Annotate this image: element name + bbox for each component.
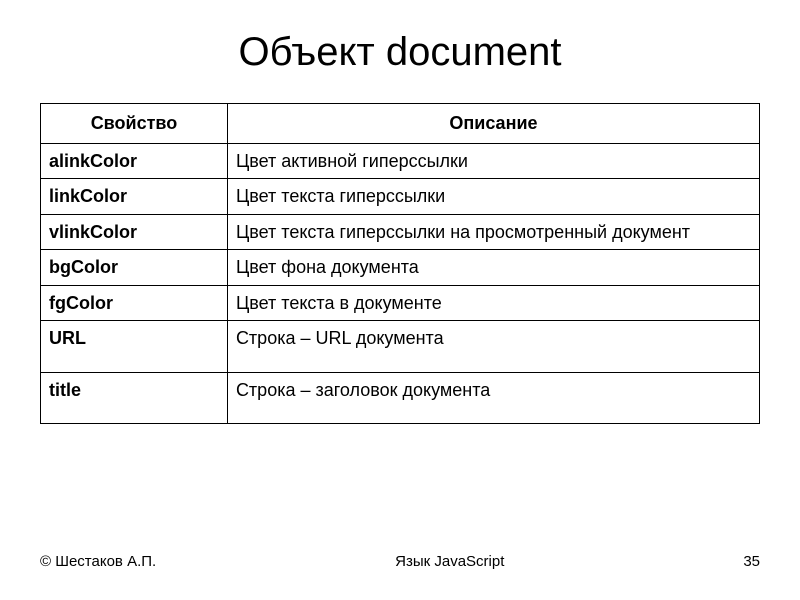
description-cell: Цвет фона документа xyxy=(227,250,759,286)
footer-author: © Шестаков А.П. xyxy=(40,553,156,570)
description-cell: Строка – заголовок документа xyxy=(227,372,759,424)
property-cell: title xyxy=(41,372,228,424)
footer-subject: Язык JavaScript xyxy=(156,553,743,570)
table-row: URLСтрока – URL документа xyxy=(41,321,760,373)
property-cell: bgColor xyxy=(41,250,228,286)
table-row: vlinkColorЦвет текста гиперссылки на про… xyxy=(41,214,760,250)
property-cell: vlinkColor xyxy=(41,214,228,250)
description-cell: Цвет активной гиперссылки xyxy=(227,143,759,179)
header-property: Свойство xyxy=(41,104,228,144)
slide: Объект document Свойство Описание alinkC… xyxy=(0,0,800,600)
slide-title: Объект document xyxy=(40,30,760,75)
table-row: linkColorЦвет текста гиперссылки xyxy=(41,179,760,215)
description-cell: Цвет текста в документе xyxy=(227,285,759,321)
properties-table: Свойство Описание alinkColorЦвет активно… xyxy=(40,103,760,424)
description-cell: Цвет текста гиперссылки xyxy=(227,179,759,215)
property-cell: alinkColor xyxy=(41,143,228,179)
description-cell: Строка – URL документа xyxy=(227,321,759,373)
table-row: alinkColorЦвет активной гиперссылки xyxy=(41,143,760,179)
table-row: fgColorЦвет текста в документе xyxy=(41,285,760,321)
property-cell: fgColor xyxy=(41,285,228,321)
footer-page-number: 35 xyxy=(743,553,760,570)
property-cell: linkColor xyxy=(41,179,228,215)
header-description: Описание xyxy=(227,104,759,144)
description-cell: Цвет текста гиперссылки на просмотренный… xyxy=(227,214,759,250)
table-row: titleСтрока – заголовок документа xyxy=(41,372,760,424)
table-header-row: Свойство Описание xyxy=(41,104,760,144)
slide-footer: © Шестаков А.П. Язык JavaScript 35 xyxy=(40,553,760,570)
table-row: bgColorЦвет фона документа xyxy=(41,250,760,286)
property-cell: URL xyxy=(41,321,228,373)
